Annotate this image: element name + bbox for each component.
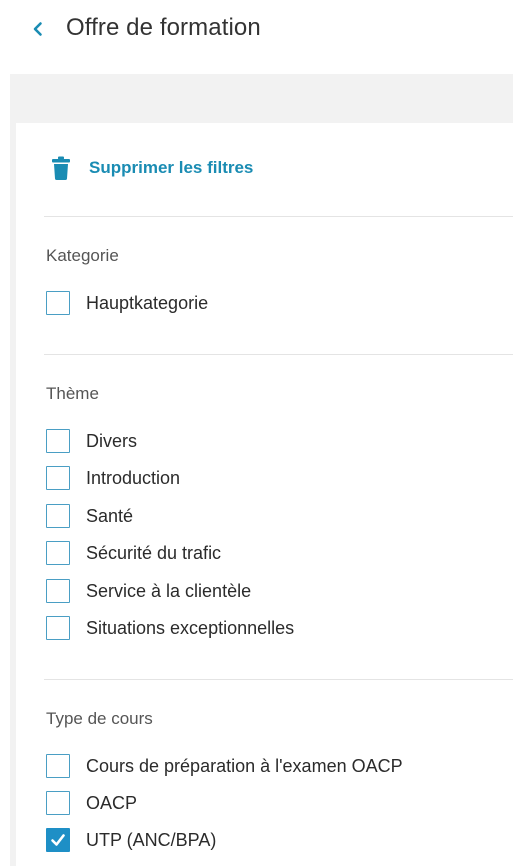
divider [44, 354, 513, 355]
checkbox[interactable] [46, 291, 70, 315]
filter-option-label: Hauptkategorie [86, 292, 209, 313]
filter-option-label: OACP [86, 792, 138, 813]
filter-option-label: Cours de préparation à l'examen OACP [86, 755, 403, 776]
checkbox-checked[interactable] [46, 828, 70, 852]
filter-option-label: UTP (ANC/BPA) [86, 829, 217, 850]
checkbox[interactable] [46, 466, 70, 490]
filter-option-label: Situations exceptionnelles [86, 617, 295, 638]
checkbox[interactable] [46, 791, 70, 815]
filter-option-cours-preparation-oacp[interactable]: Cours de préparation à l'examen OACP [46, 753, 403, 779]
filter-option-securite-du-trafic[interactable]: Sécurité du trafic [46, 540, 221, 566]
filter-option-sante[interactable]: Santé [46, 503, 133, 529]
filter-option-utp-anc-bpa[interactable]: UTP (ANC/BPA) [46, 827, 216, 853]
filter-option-label: Santé [86, 505, 134, 526]
checkbox[interactable] [46, 616, 70, 640]
filter-option-label: Divers [86, 430, 138, 451]
filter-option-introduction[interactable]: Introduction [46, 465, 180, 491]
filter-group-title-theme: Thème [46, 384, 99, 403]
clear-filters-label: Supprimer les filtres [89, 158, 254, 177]
page-title: Offre de formation [66, 14, 261, 41]
checkbox[interactable] [46, 754, 70, 778]
checkbox[interactable] [46, 504, 70, 528]
chevron-left-icon [33, 22, 42, 36]
clear-filters-button[interactable]: Supprimer les filtres [52, 154, 253, 182]
filter-option-label: Introduction [86, 467, 181, 488]
filter-option-divers[interactable]: Divers [46, 428, 137, 454]
checkbox[interactable] [46, 429, 70, 453]
divider [44, 679, 513, 680]
back-button[interactable] [26, 17, 50, 41]
checkbox[interactable] [46, 579, 70, 603]
filter-option-label: Sécurité du trafic [86, 542, 222, 563]
filter-option-label: Service à la clientèle [86, 580, 252, 601]
checkmark-icon [51, 834, 65, 846]
filter-group-title-type-de-cours: Type de cours [46, 709, 153, 728]
filter-option-hauptkategorie[interactable]: Hauptkategorie [46, 290, 208, 316]
divider [44, 216, 513, 217]
filter-option-oacp[interactable]: OACP [46, 790, 137, 816]
top-bar: Offre de formation [0, 0, 513, 74]
trash-icon [52, 156, 70, 180]
filter-option-service-a-la-clientele[interactable]: Service à la clientèle [46, 578, 251, 604]
checkbox[interactable] [46, 541, 70, 565]
filter-group-title-kategorie: Kategorie [46, 246, 119, 265]
filter-option-situations-exceptionnelles[interactable]: Situations exceptionnelles [46, 615, 294, 641]
